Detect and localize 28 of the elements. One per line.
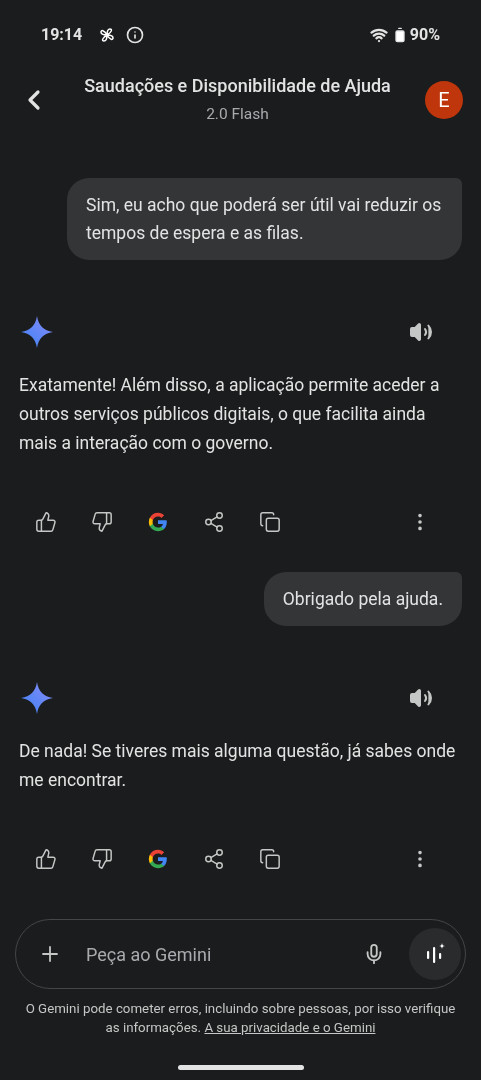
sparkle-icon: [21, 682, 53, 715]
pinwheel-icon: [98, 26, 117, 44]
battery-level: 90%: [409, 24, 440, 46]
google-logo-icon[interactable]: [147, 511, 169, 534]
info-icon: [126, 26, 145, 44]
user-message: Sim, eu acho que poderá ser útil vai reduzir os tempos de espera e as filas.: [67, 178, 462, 261]
prompt-field[interactable]: Peça ao Gemini: [86, 940, 363, 968]
model-message: De nada! Se tiveres mais alguma questão, já sabes onde me encontrar.: [18, 740, 457, 793]
chat-title: Saudações e Disponibilidade de Ajuda: [84, 74, 391, 98]
privacy-link[interactable]: A sua privacidade e o Gemini: [204, 1020, 376, 1035]
user-message: Obrigado pela ajuda.: [263, 572, 462, 627]
google-logo-icon[interactable]: [147, 848, 169, 871]
copy-icon[interactable]: [259, 848, 281, 871]
live-button[interactable]: [409, 928, 461, 980]
share-icon[interactable]: [203, 511, 225, 534]
sparkle-icon: [21, 316, 53, 349]
user-avatar[interactable]: E: [425, 81, 463, 119]
share-icon[interactable]: [203, 848, 225, 871]
status-time: 19:14: [41, 24, 83, 46]
disclaimer-text: O Gemini pode cometer erros, incluindo sobre pessoas, por isso verifique as informações. A sua privacidade e o Gemini: [24, 1000, 457, 1037]
model-message: Exatamente! Além disso, a aplicação permite aceder a outros serviços públicos digitais, o que facilita ainda mais a interação com o governo.: [18, 374, 441, 456]
thumbs-down-icon[interactable]: [91, 511, 113, 534]
thumbs-down-icon[interactable]: [91, 848, 113, 871]
copy-icon[interactable]: [259, 511, 281, 534]
thumbs-up-icon[interactable]: [35, 848, 57, 871]
thumbs-up-icon[interactable]: [35, 511, 57, 534]
wifi-icon: [369, 26, 388, 44]
model-name[interactable]: 2.0 Flash: [206, 103, 269, 127]
